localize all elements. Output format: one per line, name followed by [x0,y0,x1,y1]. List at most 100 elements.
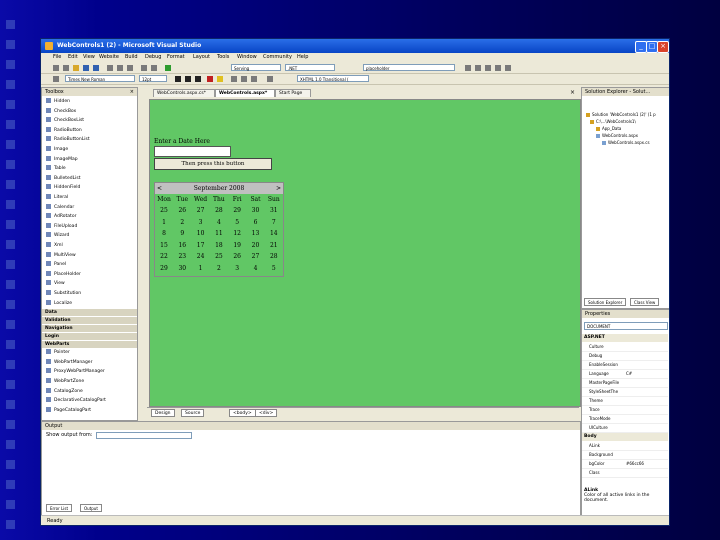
tag-div-button[interactable]: <div> [255,409,278,417]
schema-combo[interactable]: XHTML 1.0 Transitional ( [297,75,369,82]
calendar-control[interactable]: < September 2008 > Mon Tue Wed Thu Fri Sat Sun… [154,182,284,277]
calendar-day[interactable]: 28 [265,252,283,262]
toolbox-item[interactable]: WebPartManager [46,358,92,367]
calendar-day[interactable]: 2 [210,264,228,274]
calendar-day[interactable]: 29 [155,264,173,274]
calendar-day[interactable]: 24 [192,252,210,262]
save-icon[interactable] [83,65,89,71]
tab-error-list[interactable]: Error List [46,504,73,512]
property-row[interactable]: Trace [582,406,668,415]
calendar-day[interactable]: 11 [210,229,228,239]
save-all-icon[interactable] [93,65,99,71]
toolbox-item[interactable]: CheckBoxList [46,117,84,125]
tab-start-page[interactable]: Start Page [275,89,311,97]
calendar-day[interactable]: 1 [192,264,210,274]
file-node[interactable]: WebControls.aspx [596,133,638,139]
properties-icon[interactable] [485,65,491,71]
tab-solution-explorer[interactable]: Solution Explorer [584,298,627,306]
toolbox-item[interactable]: Substitution [46,290,81,298]
tab-webcontrols-aspx[interactable]: WebControls.aspx* [215,89,275,97]
style-icon[interactable] [53,76,59,82]
toolbox-item[interactable]: PlaceHolder [46,270,81,279]
property-value[interactable]: C# [626,370,632,378]
start-debug-icon[interactable] [165,65,171,71]
solution-node[interactable]: Solution 'WebControls1 (2)' (1 p [586,112,656,118]
calendar-day[interactable]: 3 [192,218,210,228]
backcolor-icon[interactable] [217,76,223,82]
toolbox-item[interactable]: PageCatalogPart [46,406,91,415]
calendar-day[interactable]: 31 [265,206,283,216]
calendar-day[interactable]: 9 [173,229,191,239]
calendar-day[interactable]: 25 [155,206,173,216]
property-row[interactable]: Culture [582,343,668,352]
find-combo[interactable]: placeholder [363,64,455,71]
toolbox-item[interactable]: AdRotator [46,213,76,221]
hyperlink-icon[interactable] [267,76,273,82]
tab-output[interactable]: Output [80,504,102,512]
toolbox-item[interactable]: MultiView [46,251,76,260]
object-selector[interactable]: DOCUMENT [584,322,668,330]
calendar-day[interactable]: 29 [228,206,246,216]
calendar-day[interactable]: 7 [265,218,283,228]
property-row[interactable]: Class [582,469,668,478]
toolbox-item[interactable]: CatalogZone [46,387,83,396]
calendar-day[interactable]: 5 [228,218,246,228]
calendar-day[interactable]: 1 [155,218,173,228]
menu-file[interactable]: File [53,54,61,60]
menu-edit[interactable]: Edit [68,54,78,60]
calendar-day[interactable]: 2 [173,218,191,228]
output-source-combo[interactable] [96,432,192,439]
calendar-day[interactable]: 27 [247,252,265,262]
new-project-icon[interactable] [53,65,59,71]
toolbox-group[interactable]: Validation [42,317,137,325]
toolbox-item[interactable]: Image [46,146,68,154]
italic-icon[interactable] [185,76,191,82]
calendar-day[interactable]: 30 [247,206,265,216]
add-item-icon[interactable] [63,65,69,71]
toolbox-item[interactable]: FileUpload [46,222,77,231]
menu-window[interactable]: Window [237,54,257,60]
file-node[interactable]: WebControls.aspx.cs [602,140,650,146]
calendar-day[interactable]: 28 [210,206,228,216]
close-button[interactable]: × [657,41,669,53]
toolbox-item[interactable]: ImageMap [46,155,78,164]
menu-layout[interactable]: Layout [193,54,210,60]
property-row[interactable]: Theme [582,397,668,406]
undo-icon[interactable] [141,65,147,71]
calendar-day[interactable]: 27 [192,206,210,216]
open-icon[interactable] [73,65,79,71]
property-row[interactable]: Background [582,451,668,460]
underline-icon[interactable] [195,76,201,82]
menu-help[interactable]: Help [297,54,308,60]
property-row[interactable]: EnableSession [582,361,668,370]
menu-debug[interactable]: Debug [145,54,161,60]
toolbox-item[interactable]: BulletedList [46,174,80,183]
property-value[interactable]: #66cc66 [626,460,644,468]
font-combo[interactable]: Times New Roman [65,75,135,82]
close-document-icon[interactable]: × [570,89,575,96]
toolbox-item[interactable]: Localize [46,299,72,308]
calendar-day[interactable]: 23 [173,252,191,262]
submit-button[interactable]: Then press this button [154,158,272,170]
calendar-day[interactable]: 3 [228,264,246,274]
copy-icon[interactable] [117,65,123,71]
toolbox-item[interactable]: View [46,280,65,288]
calendar-day[interactable]: 22 [155,252,173,262]
calendar-day[interactable]: 20 [247,241,265,251]
toolbox-item[interactable]: RadioButton [46,126,82,135]
calendar-day[interactable]: 16 [173,241,191,251]
calendar-day[interactable]: 21 [265,241,283,251]
property-row[interactable]: UICulture [582,424,668,433]
cut-icon[interactable] [107,65,113,71]
pane-close-icon[interactable]: × [130,88,134,96]
paste-icon[interactable] [127,65,133,71]
source-view-button[interactable]: Source [181,409,205,417]
calendar-prev-link[interactable]: < [157,183,162,194]
calendar-day[interactable]: 12 [228,229,246,239]
calendar-day[interactable]: 5 [265,264,283,274]
calendar-day[interactable]: 17 [192,241,210,251]
config-combo[interactable]: .NET [285,64,335,71]
property-category[interactable]: ASP.NET [582,334,668,342]
calendar-day[interactable]: 14 [265,229,283,239]
calendar-day[interactable]: 26 [173,206,191,216]
